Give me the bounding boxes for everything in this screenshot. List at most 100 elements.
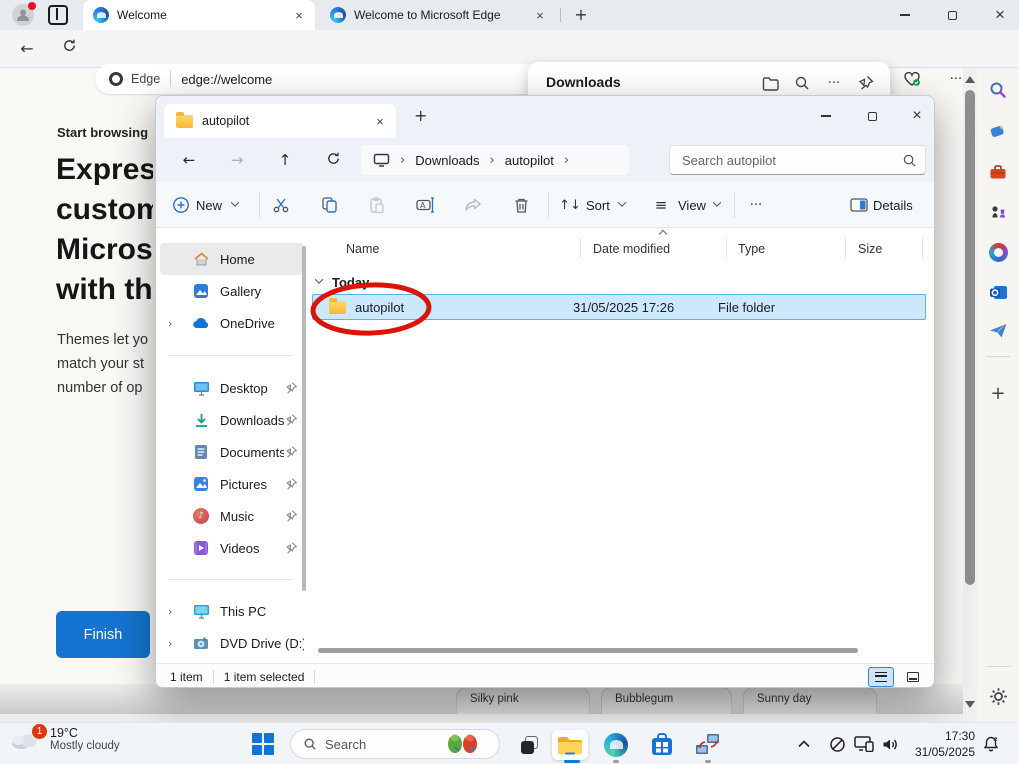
explorer-back-button[interactable]: ← [174, 153, 204, 168]
sidebar-item-this-pc[interactable]: › This PC [160, 595, 304, 627]
sidebar-search-icon[interactable] [988, 80, 1008, 100]
tray-show-hidden-icons-chevron[interactable] [793, 734, 815, 754]
page-scrollbar[interactable] [963, 68, 977, 722]
sidebar-item-music[interactable]: ♪ Music [160, 500, 304, 532]
browser-tab-welcome[interactable]: Welcome × [83, 0, 315, 30]
search-downloads-icon[interactable] [792, 73, 812, 93]
column-header-type[interactable]: Type [738, 236, 765, 262]
new-button[interactable]: New [196, 198, 222, 213]
theme-card-bubblegum[interactable]: Bubblegum [601, 687, 732, 714]
breadcrumb[interactable]: › Downloads › autopilot › [361, 145, 629, 175]
tray-cast-display-icon[interactable] [853, 734, 875, 754]
theme-card-silky-pink[interactable]: Silky pink [456, 687, 590, 714]
group-header-today[interactable]: Today [310, 272, 369, 292]
chevron-right-icon[interactable]: › [168, 318, 184, 329]
taskbar-clock[interactable]: 17:30 31/05/2025 [905, 728, 975, 760]
downloads-more-icon[interactable]: ··· [824, 73, 844, 93]
open-downloads-folder-icon[interactable] [760, 73, 780, 93]
copy-icon[interactable] [319, 195, 339, 215]
edge-taskbar-button[interactable] [598, 730, 634, 760]
rename-icon[interactable]: A [415, 195, 435, 215]
theme-card-sunny-day[interactable]: Sunny day [743, 687, 877, 714]
sidebar-item-pictures[interactable]: Pictures [160, 468, 304, 500]
tray-notification-bell-icon[interactable]: z [980, 734, 1002, 754]
taskbar-search-box[interactable] [290, 729, 500, 759]
sidebar-item-gallery[interactable]: Gallery [160, 275, 304, 307]
taskbar-search-input[interactable] [325, 737, 435, 752]
more-options-icon[interactable]: ··· [746, 195, 766, 215]
sidebar-item-documents[interactable]: Documents [160, 436, 304, 468]
column-separator[interactable] [922, 238, 923, 258]
sidebar-item-dvd-drive[interactable]: › DVD Drive (D:) C [160, 627, 304, 659]
explorer-search-box[interactable] [669, 145, 926, 175]
scroll-down-arrow[interactable] [965, 701, 975, 708]
sidebar-outlook-icon[interactable] [988, 282, 1008, 302]
column-header-date-modified[interactable]: Date modified [593, 236, 670, 262]
explorer-minimize-button[interactable] [806, 96, 846, 136]
details-button[interactable]: Details [873, 198, 913, 213]
browser-back-button[interactable]: ← [14, 37, 40, 61]
remote-app-taskbar-button[interactable] [690, 730, 726, 760]
column-separator[interactable] [845, 238, 846, 258]
browser-maximize-button[interactable] [933, 0, 971, 30]
explorer-refresh-button[interactable] [318, 151, 348, 170]
view-button[interactable]: View [678, 198, 706, 213]
sidebar-item-onedrive[interactable]: › OneDrive [160, 307, 304, 339]
sidebar-drop-icon[interactable] [988, 321, 1008, 341]
weather-widget[interactable]: 1 19°C Mostly cloudy [8, 726, 120, 752]
sidebar-games-icon[interactable] [988, 202, 1008, 222]
browser-tab-welcome-to-edge[interactable]: Welcome to Microsoft Edge × [320, 0, 556, 30]
details-view-toggle[interactable] [868, 667, 894, 687]
sidebar-customize-plus-icon[interactable]: + [988, 384, 1008, 404]
scrollbar-thumb[interactable] [965, 90, 975, 585]
explorer-maximize-button[interactable] [852, 96, 892, 136]
sidebar-settings-gear-icon[interactable] [988, 686, 1008, 706]
new-icon[interactable] [171, 195, 191, 215]
column-header-name[interactable]: Name [346, 236, 379, 262]
tray-do-not-disturb-icon[interactable] [826, 734, 848, 754]
breadcrumb-autopilot[interactable]: autopilot [505, 153, 554, 168]
explorer-search-input[interactable] [682, 153, 902, 168]
browser-essentials-icon[interactable] [898, 66, 926, 92]
explorer-tab-close-icon[interactable]: × [372, 114, 388, 129]
paste-icon[interactable] [367, 195, 387, 215]
sidebar-shopping-icon[interactable] [988, 121, 1008, 141]
browser-refresh-button[interactable] [56, 37, 82, 61]
task-view-button[interactable] [512, 730, 548, 760]
column-separator[interactable] [580, 238, 581, 258]
sort-button[interactable]: Sort [586, 198, 610, 213]
delete-icon[interactable] [511, 195, 531, 215]
new-tab-button[interactable]: + [570, 4, 592, 26]
chevron-right-icon[interactable]: › [168, 606, 184, 617]
pin-downloads-icon[interactable] [856, 73, 876, 93]
explorer-up-button[interactable]: ↑ [270, 153, 300, 168]
tab-close-icon[interactable]: × [532, 8, 548, 23]
sidebar-item-videos[interactable]: Videos [160, 532, 304, 564]
file-row-autopilot[interactable]: autopilot 31/05/2025 17:26 File folder [312, 294, 926, 320]
file-explorer-taskbar-button[interactable] [552, 730, 588, 760]
column-header-size[interactable]: Size [858, 236, 882, 262]
sidebar-item-desktop[interactable]: Desktop [160, 372, 304, 404]
breadcrumb-downloads[interactable]: Downloads [415, 153, 479, 168]
chevron-right-icon[interactable]: › [168, 638, 184, 649]
browser-minimize-button[interactable] [886, 0, 924, 30]
large-icons-view-toggle[interactable] [900, 667, 926, 687]
sidebar-item-home[interactable]: Home [160, 243, 304, 275]
sidebar-m365-icon[interactable] [988, 242, 1008, 262]
profile-avatar[interactable] [12, 4, 34, 26]
finish-button[interactable]: Finish [56, 611, 150, 658]
column-separator[interactable] [726, 238, 727, 258]
explorer-tab-autopilot[interactable]: autopilot × [164, 104, 396, 138]
scroll-up-arrow[interactable] [965, 76, 975, 83]
sidebar-scrollbar[interactable] [302, 246, 306, 591]
sidebar-item-downloads[interactable]: Downloads [160, 404, 304, 436]
share-icon[interactable] [463, 195, 483, 215]
start-button[interactable] [252, 733, 274, 755]
tab-close-icon[interactable]: × [291, 8, 307, 23]
microsoft-store-button[interactable] [644, 730, 680, 760]
cut-icon[interactable] [271, 195, 291, 215]
tray-volume-icon[interactable] [879, 734, 901, 754]
explorer-close-button[interactable]: × [897, 96, 935, 136]
explorer-new-tab-button[interactable]: + [414, 108, 427, 124]
explorer-forward-button[interactable]: → [222, 153, 252, 168]
